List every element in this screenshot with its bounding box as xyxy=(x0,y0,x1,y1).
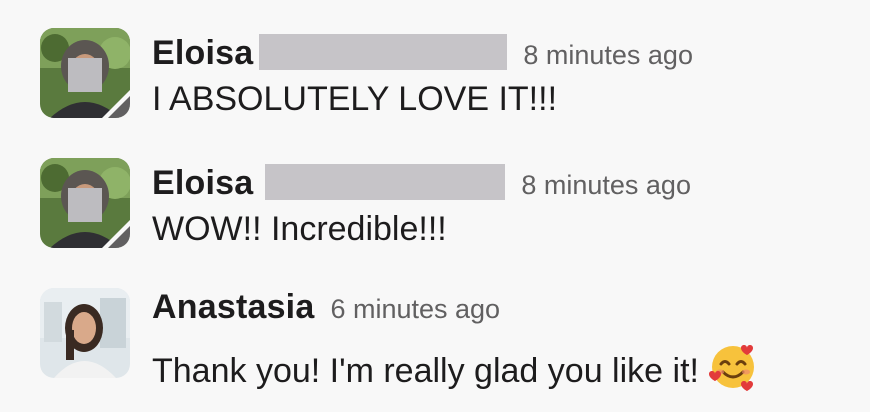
timestamp[interactable]: 8 minutes ago xyxy=(523,40,693,71)
message-text: Thank you! I'm really glad you like it! xyxy=(152,340,759,392)
message-text: I ABSOLUTELY LOVE IT!!! xyxy=(152,80,558,118)
timestamp[interactable]: 6 minutes ago xyxy=(330,294,500,325)
avatar[interactable] xyxy=(40,288,130,378)
message-text: WOW!! Incredible!!! xyxy=(152,210,447,248)
message-text-content: Thank you! I'm really glad you like it! xyxy=(152,352,699,390)
author-name[interactable]: Eloisa xyxy=(152,164,253,203)
author-name[interactable]: Eloisa xyxy=(152,34,253,73)
smiling-face-with-hearts-icon xyxy=(707,340,759,392)
avatar[interactable] xyxy=(40,28,130,118)
avatar[interactable] xyxy=(40,158,130,248)
redacted-surname xyxy=(259,34,508,70)
redacted-surname xyxy=(265,164,506,200)
author-name[interactable]: Anastasia xyxy=(152,288,314,327)
timestamp[interactable]: 8 minutes ago xyxy=(521,170,691,201)
